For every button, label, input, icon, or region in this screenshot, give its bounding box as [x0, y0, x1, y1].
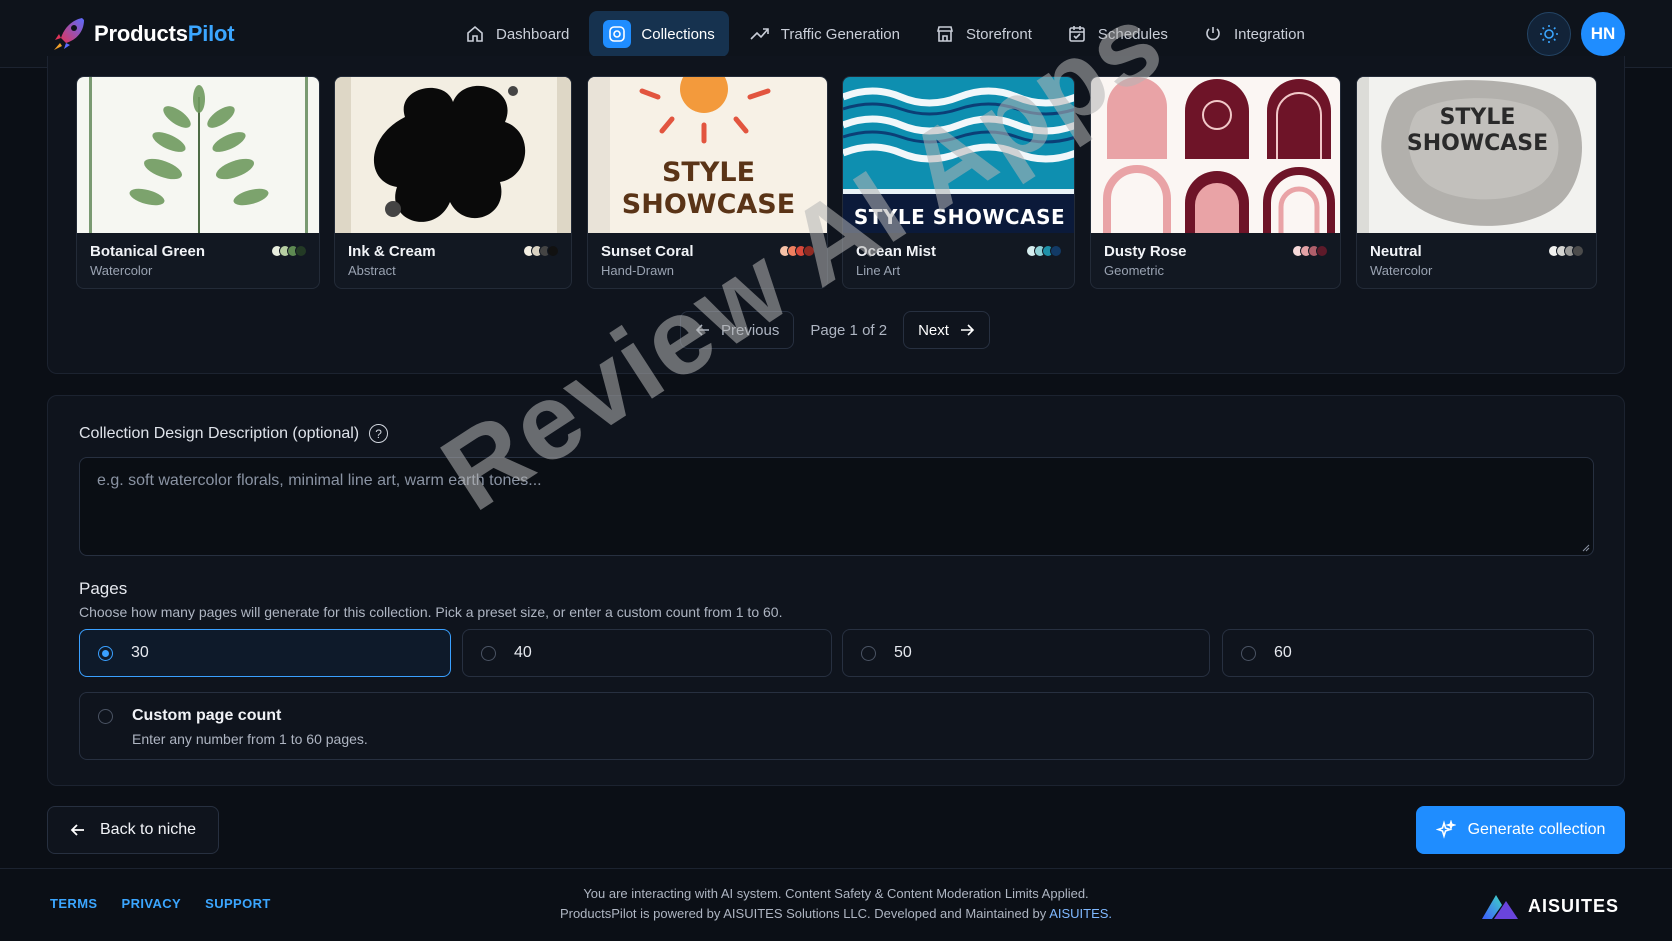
help-icon[interactable]: ?: [369, 424, 389, 443]
style-card-dusty-rose[interactable]: Dusty Rose Geometric: [1090, 76, 1341, 289]
custom-page-count-title: Custom page count: [132, 707, 282, 724]
page-indicator: Page 1 of 2: [810, 321, 888, 339]
radio-button[interactable]: [98, 709, 113, 724]
next-page-button[interactable]: Next: [903, 311, 990, 349]
custom-page-count-description: Enter any number from 1 to 60 pages.: [132, 731, 368, 747]
rocket-logo-icon: [54, 18, 84, 50]
page-option-60[interactable]: 60: [1222, 629, 1594, 677]
style-thumbnail: STYLE SHOWCASE: [1357, 77, 1596, 233]
color-swatches: [1292, 245, 1328, 257]
color-swatches: [779, 245, 815, 257]
main-nav: Dashboard Collections Traffic Generation…: [450, 11, 1319, 57]
plug-icon: [1202, 23, 1224, 45]
sun-icon: [1540, 25, 1558, 43]
swatch: [1050, 245, 1062, 257]
aisuites-logo-icon: [1482, 895, 1518, 919]
aisuites-brand[interactable]: AISUITES: [1480, 891, 1619, 921]
calendar-icon: [1066, 23, 1088, 45]
app-logo[interactable]: ProductsPilot: [52, 16, 235, 52]
style-thumbnail: [1091, 77, 1340, 233]
collection-description-textarea[interactable]: e.g. soft watercolor florals, minimal li…: [79, 457, 1594, 556]
description-label: Collection Design Description (optional): [79, 424, 360, 442]
nav-schedules[interactable]: Schedules: [1052, 11, 1182, 57]
style-thumbnail: [335, 77, 571, 233]
description-placeholder: e.g. soft watercolor florals, minimal li…: [97, 472, 542, 489]
style-card-ink-cream[interactable]: Ink & Cream Abstract: [334, 76, 572, 289]
thumbnail-title: STYLE SHOWCASE: [621, 157, 796, 220]
footer-credits: ProductsPilot is powered by AISUITES Sol…: [559, 906, 1113, 921]
color-swatches: [1026, 245, 1062, 257]
style-card-neutral[interactable]: STYLE SHOWCASE Neutral Watercolor: [1356, 76, 1597, 289]
color-swatches: [1548, 245, 1584, 257]
page-option-30[interactable]: 30: [79, 629, 451, 677]
style-type: Abstract: [348, 263, 396, 278]
nav-collections-label: Collections: [641, 25, 715, 43]
generate-collection-button[interactable]: Generate collection: [1416, 806, 1625, 854]
thumbnail-title: STYLE SHOWCASE: [1406, 105, 1549, 156]
swatch: [803, 245, 815, 257]
collections-icon: [603, 20, 632, 48]
style-thumbnail: [77, 77, 319, 233]
theme-toggle-button[interactable]: [1527, 12, 1571, 56]
sparkle-icon: [1435, 820, 1456, 839]
radio-button[interactable]: [98, 645, 113, 661]
nav-traffic-label: Traffic Generation: [780, 25, 900, 43]
style-card-ocean-mist[interactable]: STYLE SHOWCASE Ocean Mist Line Art: [842, 76, 1075, 289]
radio-button[interactable]: [1241, 645, 1256, 661]
style-thumbnail: STYLE SHOWCASE: [843, 77, 1074, 233]
nav-traffic-generation[interactable]: Traffic Generation: [735, 11, 914, 57]
style-card-sunset-coral[interactable]: STYLE SHOWCASE Sunset Coral Hand-Drawn: [587, 76, 828, 289]
nav-storefront[interactable]: Storefront: [920, 11, 1046, 57]
style-thumbnail: STYLE SHOWCASE: [588, 77, 827, 233]
style-type: Hand-Drawn: [601, 263, 674, 278]
swatch: [547, 245, 559, 257]
user-avatar[interactable]: HN: [1581, 12, 1625, 56]
nav-integration[interactable]: Integration: [1188, 11, 1319, 57]
radio-button[interactable]: [861, 645, 876, 661]
style-type: Watercolor: [1370, 263, 1433, 278]
radio-button[interactable]: [481, 645, 496, 661]
resize-grip-icon[interactable]: [1580, 542, 1590, 552]
swatch: [1316, 245, 1328, 257]
nav-dashboard[interactable]: Dashboard: [450, 11, 583, 57]
color-swatches: [523, 245, 559, 257]
arrow-left-icon: [695, 324, 709, 336]
back-to-niche-button[interactable]: Back to niche: [47, 806, 219, 854]
swatch: [295, 245, 307, 257]
nav-dashboard-label: Dashboard: [496, 25, 570, 43]
app-name: ProductsPilot: [94, 21, 235, 46]
pagination: Previous Page 1 of 2 Next: [680, 311, 990, 349]
pages-description: Choose how many pages will generate for …: [79, 604, 783, 620]
nav-integration-label: Integration: [1233, 25, 1305, 43]
arrow-right-icon: [960, 324, 975, 336]
nav-schedules-label: Schedules: [1097, 25, 1168, 43]
footer: TERMS PRIVACY SUPPORT You are interactin…: [0, 868, 1672, 941]
style-type: Geometric: [1104, 263, 1164, 278]
swatch: [1572, 245, 1584, 257]
style-card-botanical-green[interactable]: Botanical Green Watercolor: [76, 76, 320, 289]
store-icon: [934, 23, 956, 45]
home-icon: [464, 23, 486, 45]
page-option-40[interactable]: 40: [462, 629, 832, 677]
description-label-row: Collection Design Description (optional)…: [79, 424, 389, 443]
aisuites-link[interactable]: AISUITES.: [1049, 906, 1112, 921]
nav-collections[interactable]: Collections: [589, 11, 729, 57]
color-swatches: [271, 245, 307, 257]
style-type: Watercolor: [90, 263, 153, 278]
thumbnail-title: STYLE SHOWCASE: [853, 205, 1066, 229]
style-type: Line Art: [856, 263, 901, 278]
page-option-50[interactable]: 50: [842, 629, 1210, 677]
previous-page-button[interactable]: Previous: [680, 311, 795, 349]
arrow-left-icon: [70, 824, 84, 836]
custom-page-count-option[interactable]: Custom page count Enter any number from …: [79, 692, 1594, 760]
trend-icon: [749, 23, 771, 45]
footer-disclaimer: You are interacting with AI system. Cont…: [583, 886, 1089, 901]
pages-title: Pages: [79, 579, 128, 598]
nav-storefront-label: Storefront: [966, 25, 1032, 43]
